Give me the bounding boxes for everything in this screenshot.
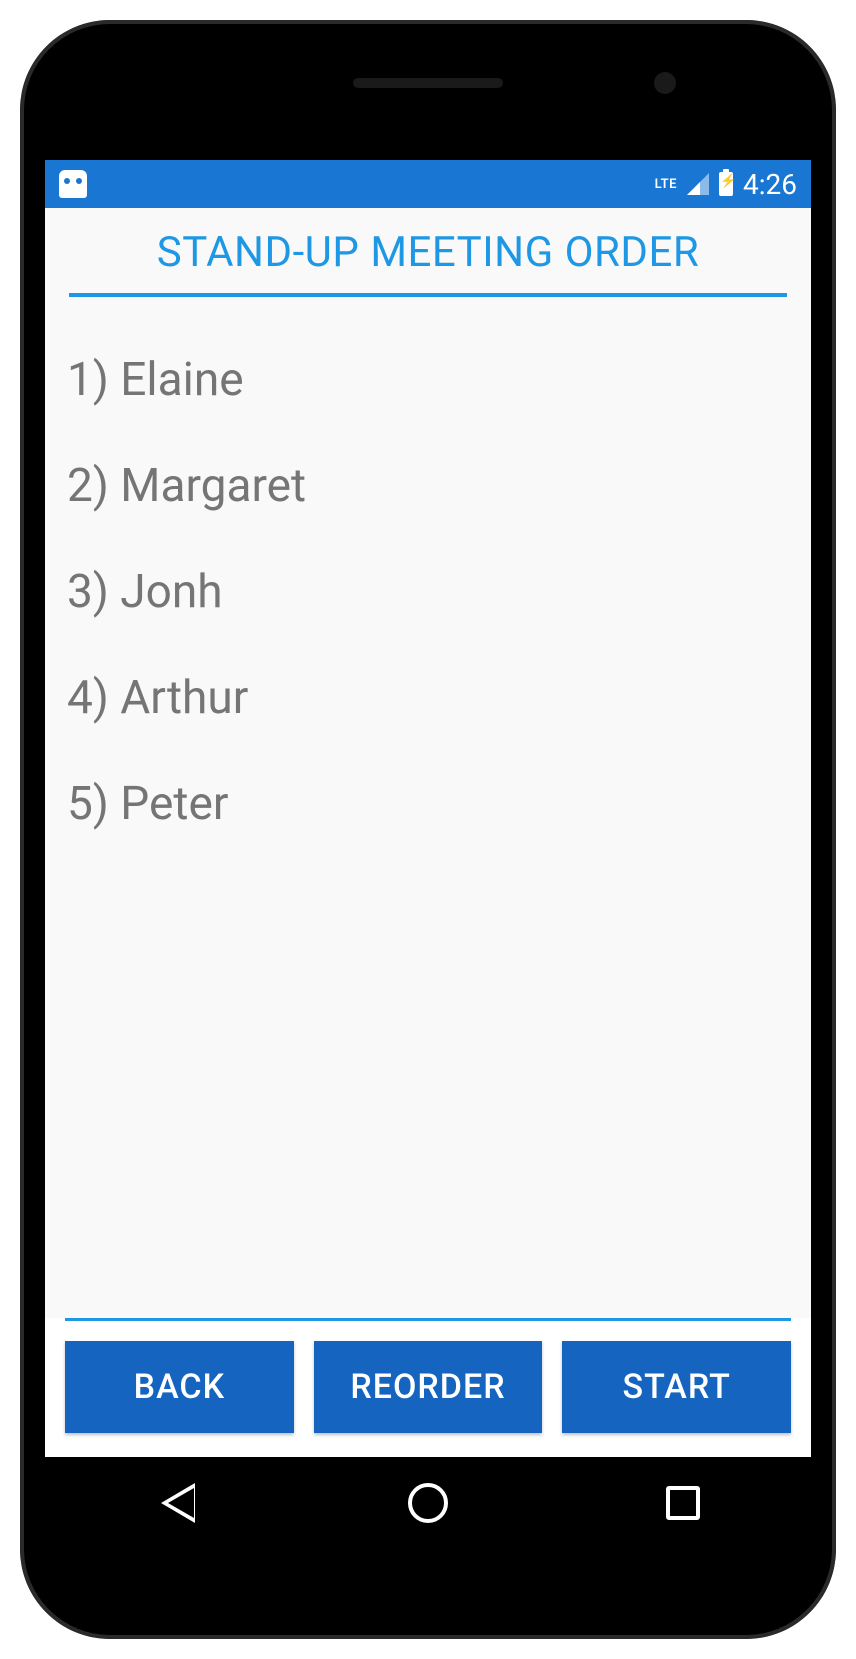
- meeting-order-list: 1) Elaine 2) Margaret 3) Jonh 4) Arthur …: [65, 327, 791, 1318]
- button-row: BACK REORDER START: [65, 1341, 791, 1457]
- start-button[interactable]: START: [562, 1341, 791, 1433]
- main-content: STAND-UP MEETING ORDER 1) Elaine 2) Marg…: [45, 208, 811, 1318]
- list-item: 1) Elaine: [67, 327, 789, 433]
- bottom-section: BACK REORDER START: [45, 1318, 811, 1457]
- navigation-bar: [45, 1457, 811, 1549]
- status-left: [59, 170, 87, 198]
- nav-back-button[interactable]: [152, 1482, 194, 1524]
- clock-time: 4:26: [743, 168, 797, 201]
- phone-frame: LTE 4:26 STAND-UP MEETING ORDER 1) Elain…: [20, 20, 836, 1639]
- debug-icon: [59, 170, 87, 198]
- signal-icon: [687, 173, 709, 195]
- bottom-divider: [65, 1318, 791, 1321]
- list-item: 4) Arthur: [67, 645, 789, 751]
- nav-recent-button[interactable]: [662, 1482, 704, 1524]
- battery-charging-icon: [719, 172, 733, 196]
- title-divider: [69, 293, 787, 297]
- list-item: 5) Peter: [67, 751, 789, 857]
- list-item: 3) Jonh: [67, 539, 789, 645]
- back-button[interactable]: BACK: [65, 1341, 294, 1433]
- screen: LTE 4:26 STAND-UP MEETING ORDER 1) Elain…: [45, 160, 811, 1549]
- home-circle-icon: [408, 1483, 448, 1523]
- page-title: STAND-UP MEETING ORDER: [65, 208, 791, 293]
- recent-square-icon: [666, 1486, 700, 1520]
- phone-speaker: [353, 78, 503, 88]
- nav-home-button[interactable]: [407, 1482, 449, 1524]
- list-item: 2) Margaret: [67, 433, 789, 539]
- reorder-button[interactable]: REORDER: [314, 1341, 543, 1433]
- status-bar: LTE 4:26: [45, 160, 811, 208]
- phone-camera: [654, 72, 676, 94]
- status-right: LTE 4:26: [655, 168, 797, 201]
- network-label: LTE: [655, 177, 677, 192]
- back-triangle-icon: [156, 1483, 190, 1523]
